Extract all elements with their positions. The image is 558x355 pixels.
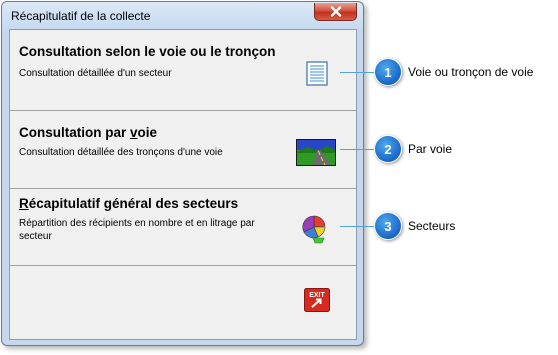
callout-label-3: Secteurs (408, 219, 456, 233)
callout-badge-2: 2 (374, 135, 402, 163)
close-button[interactable] (314, 3, 357, 21)
exit-icon[interactable]: EXIT (304, 288, 330, 312)
callout-label-2: Par voie (408, 142, 453, 156)
dialog-content: Consultation selon le voie ou le tronçon… (9, 29, 357, 340)
callout-line-2 (340, 149, 374, 150)
exit-icon-label: EXIT (309, 292, 325, 299)
option-voie-ou-troncon[interactable]: Consultation selon le voie ou le tronçon… (10, 30, 356, 111)
dialog-window: Récapitulatif de la collecte Consultatio… (1, 1, 364, 346)
callout-label-1: Voie ou tronçon de voie (408, 65, 534, 79)
window-title: Récapitulatif de la collecte (11, 9, 151, 23)
callout-line-3 (340, 226, 374, 227)
callout-badge-1: 1 (374, 58, 402, 86)
option-heading: Consultation par voie (19, 125, 158, 140)
option-recapitulatif-secteurs[interactable]: Récapitulatif général des secteurs Répar… (10, 189, 356, 266)
callout-badge-3: 3 (374, 212, 402, 240)
document-list-icon[interactable] (306, 61, 328, 86)
title-bar[interactable]: Récapitulatif de la collecte (2, 2, 363, 30)
option-description: Consultation détaillée d'un secteur (19, 68, 172, 79)
pie-chart-icon[interactable] (300, 214, 330, 244)
option-par-voie[interactable]: Consultation par voie Consultation détai… (10, 111, 356, 189)
option-description: Consultation détaillée des tronçons d'un… (19, 147, 223, 158)
callout-line-1 (340, 72, 374, 73)
close-icon (330, 6, 341, 17)
option-heading: Récapitulatif général des secteurs (19, 196, 239, 211)
road-landscape-icon[interactable] (296, 139, 336, 166)
option-heading: Consultation selon le voie ou le tronçon (19, 44, 276, 59)
option-description: Répartition des récipients en nombre et … (19, 218, 255, 242)
